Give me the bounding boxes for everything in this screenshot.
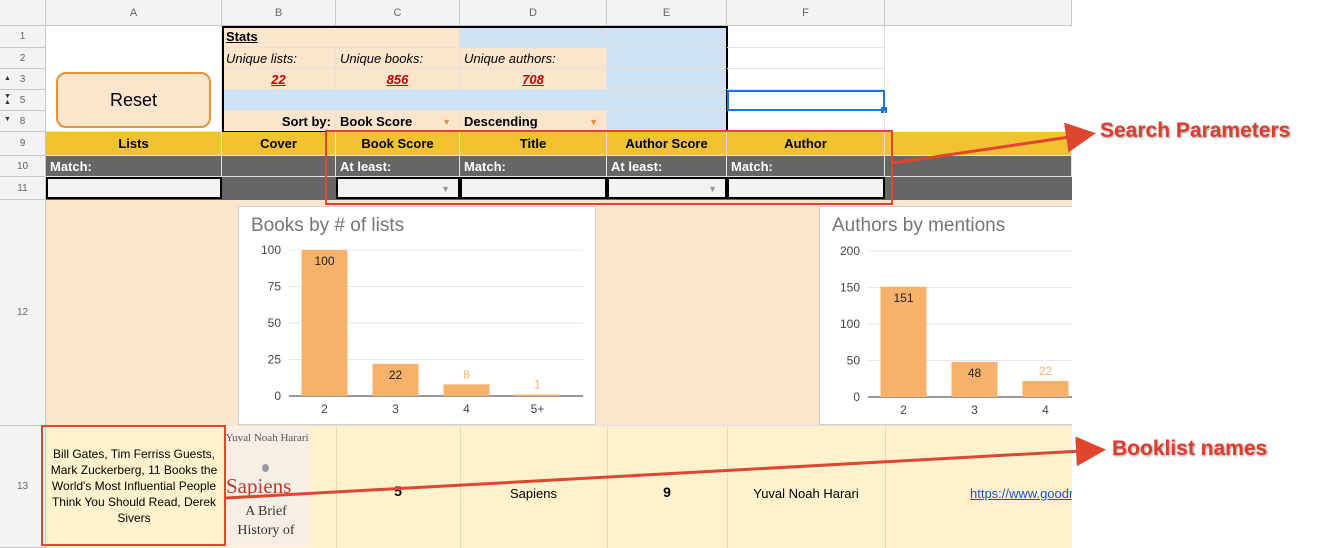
booklist-names-callout: Booklist names	[1112, 437, 1268, 460]
search-parameters-callout: Search Parameters	[1100, 119, 1291, 142]
search-arrow	[892, 122, 1096, 165]
booklist-arrow	[225, 436, 1106, 500]
annotation-arrows	[225, 122, 1106, 500]
